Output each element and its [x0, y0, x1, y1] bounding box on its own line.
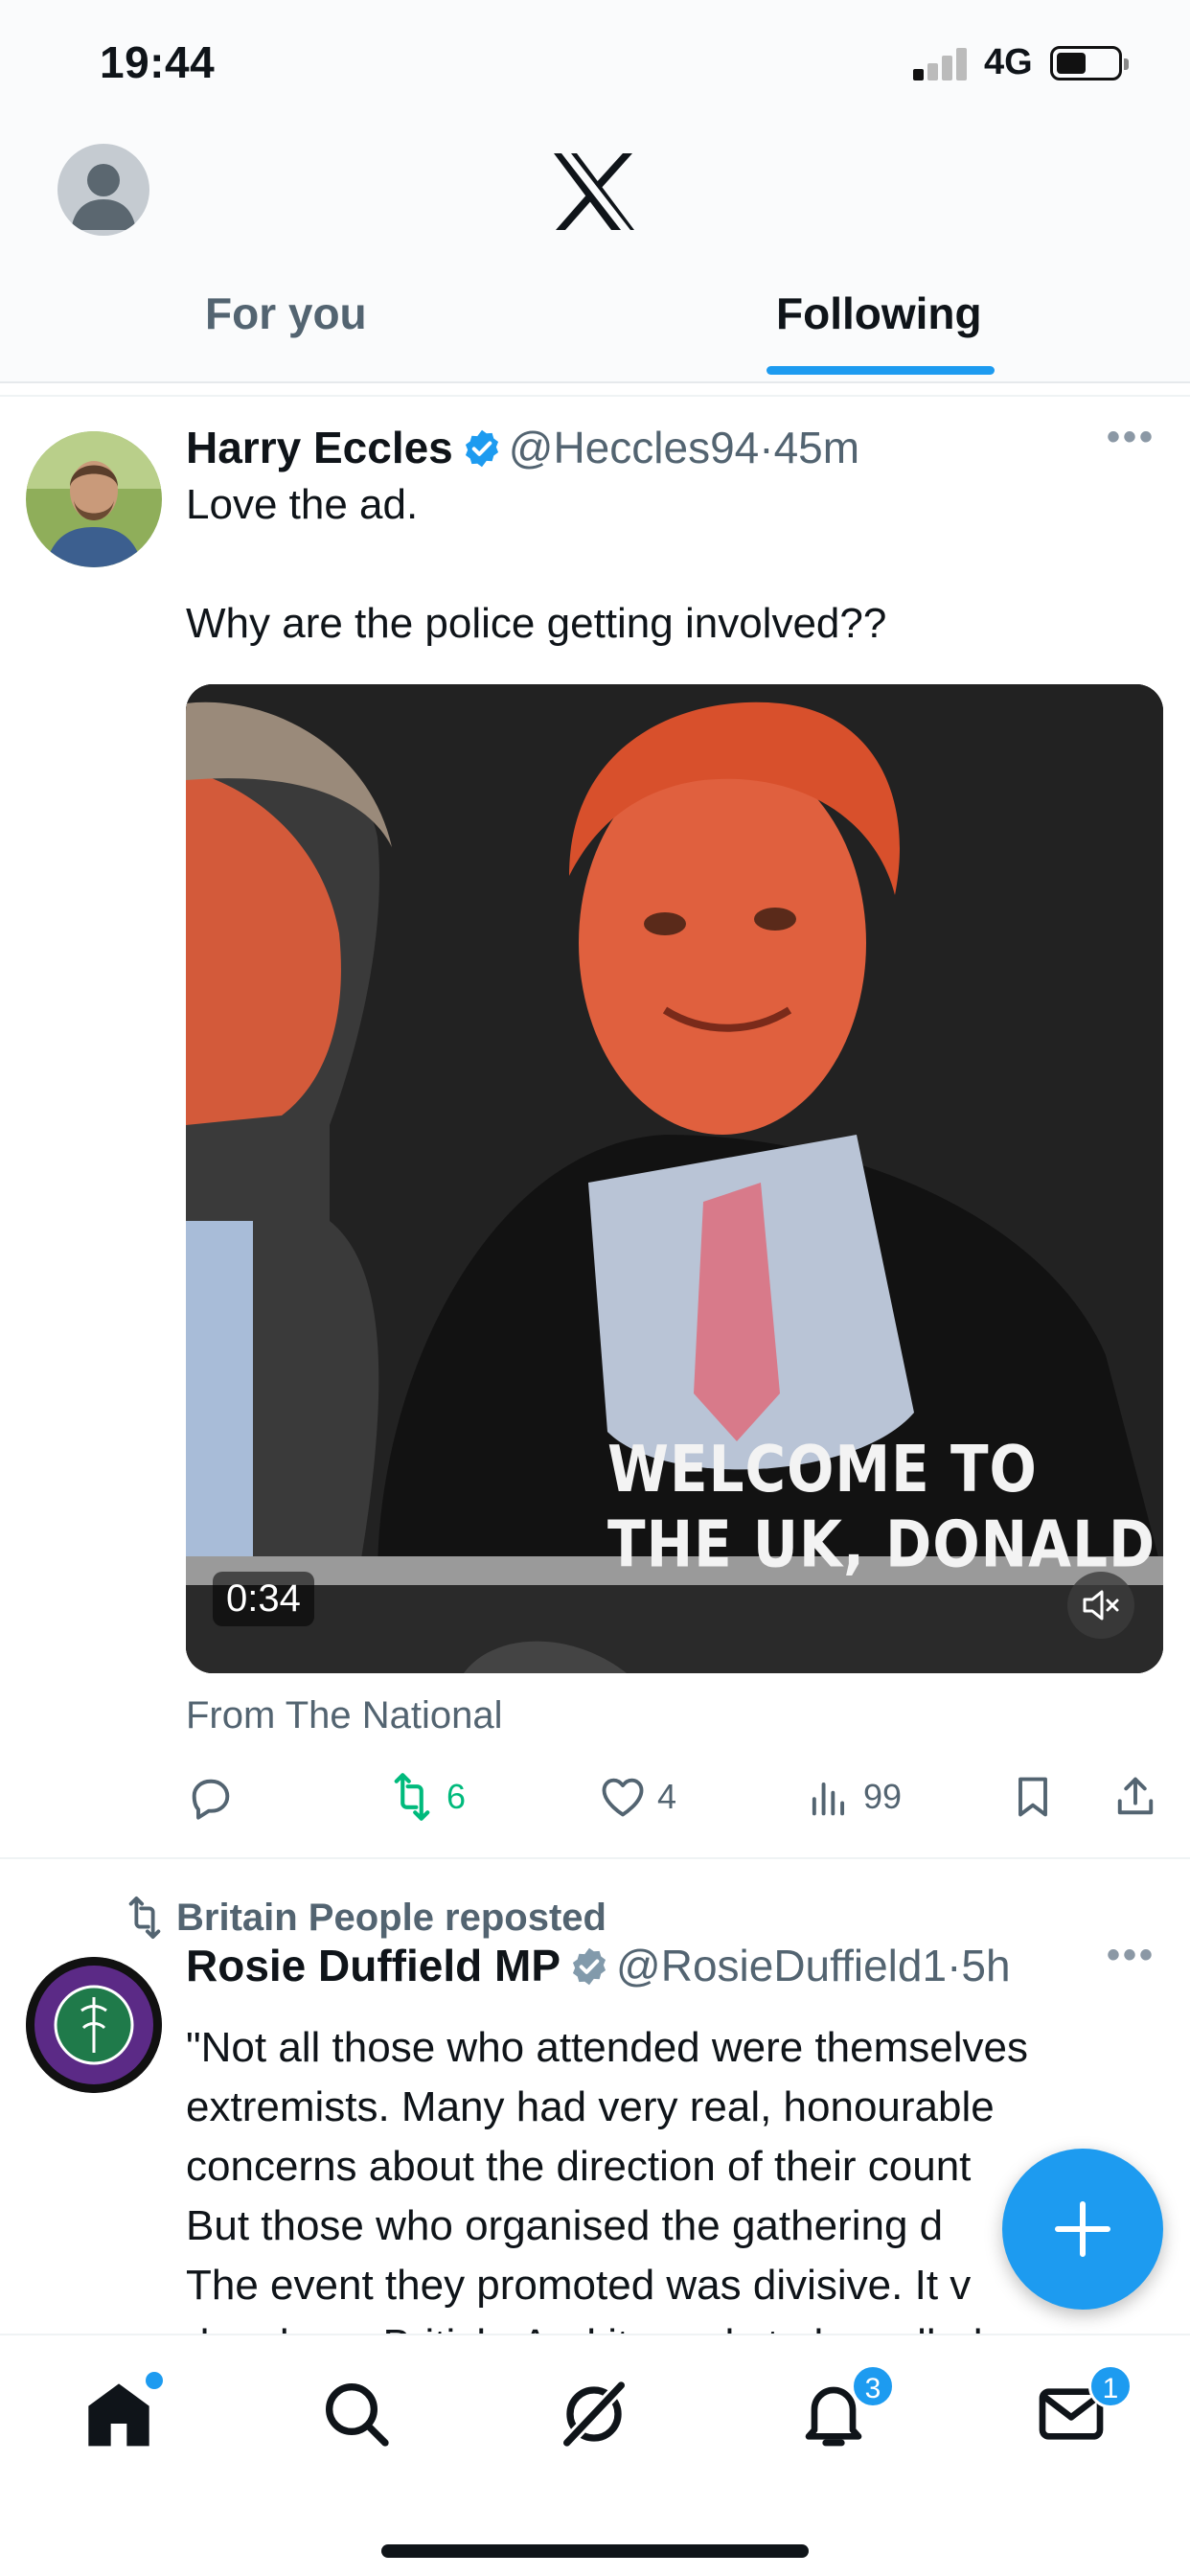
notifications-badge: 3 [851, 2364, 895, 2408]
views-count: 99 [863, 1777, 903, 1816]
home-indicator [381, 2544, 809, 2558]
author-avatar[interactable] [26, 1957, 162, 2093]
separator: · [759, 423, 774, 472]
compose-post-button[interactable] [1002, 2149, 1163, 2310]
post-time[interactable]: 45m [774, 423, 859, 472]
nav-messages[interactable]: 1 [1033, 2364, 1133, 2452]
app-header: For you Following [0, 125, 1190, 383]
video-caption-text: WELCOME TO THE UK, DONALD [607, 1432, 1156, 1582]
status-time: 19:44 [100, 37, 216, 87]
tab-for-you[interactable]: For you [205, 288, 367, 339]
post-text-line: deeply un-British. And it needs to be ca… [186, 2315, 1163, 2334]
nav-home[interactable] [80, 2372, 163, 2452]
nav-search[interactable] [318, 2376, 395, 2452]
post-text-line: "Not all those who attended were themsel… [186, 2024, 1028, 2071]
post-text-line: extremists. Many had very real, honourab… [186, 2083, 995, 2130]
post-actions: 6 4 99 [186, 1763, 1163, 1830]
bookmark-icon [1018, 1777, 1047, 1817]
views-button[interactable]: 99 [804, 1763, 902, 1830]
default-avatar-icon [71, 164, 136, 230]
reply-icon [192, 1779, 230, 1820]
post-header: Rosie Duffield MP @RosieDuffield1·5h [186, 1940, 1011, 1991]
author-name[interactable]: Rosie Duffield MP [186, 1941, 561, 1990]
video-player[interactable]: WELCOME TO THE UK, DONALD 0:34 [186, 684, 1163, 1673]
heart-icon [602, 1778, 644, 1817]
reply-button[interactable] [186, 1763, 245, 1830]
mute-button[interactable] [1067, 1572, 1134, 1639]
home-unread-dot [146, 2372, 163, 2389]
like-count: 4 [657, 1777, 677, 1816]
separator: · [947, 1941, 962, 1990]
profile-avatar-button[interactable] [57, 144, 149, 236]
more-options-icon[interactable]: ••• [1107, 1934, 1156, 1977]
post-harry-eccles[interactable]: Harry Eccles @Heccles94·45m ••• Love the … [0, 383, 1190, 1859]
author-handle[interactable]: @RosieDuffield1 [616, 1941, 947, 1990]
post-text-line-2: Why are the police getting involved?? [186, 600, 887, 647]
post-time[interactable]: 5h [961, 1941, 1010, 1990]
repost-icon [394, 1773, 430, 1821]
nav-notifications[interactable]: 3 [795, 2364, 895, 2452]
repost-count: 6 [446, 1777, 467, 1816]
status-bar: 19:44 4G [0, 0, 1190, 125]
avatar-badge-image [26, 1957, 162, 2093]
author-name[interactable]: Harry Eccles [186, 423, 453, 472]
network-type: 4G [984, 42, 1033, 82]
repost-small-icon [128, 1896, 161, 1940]
messages-badge: 1 [1088, 2364, 1133, 2408]
like-button[interactable]: 4 [598, 1763, 676, 1830]
video-duration: 0:34 [213, 1572, 314, 1626]
verified-badge-icon [465, 429, 498, 468]
avatar-photo [26, 431, 162, 567]
repost-label: Britain People reposted [176, 1897, 606, 1939]
signal-icon [913, 46, 969, 80]
timeline-feed[interactable]: Harry Eccles @Heccles94·45m ••• Love the … [0, 383, 1190, 2334]
post-text: "Not all those who attended were themsel… [186, 2018, 1163, 2334]
share-icon [1117, 1777, 1154, 1815]
author-avatar[interactable] [26, 431, 162, 567]
media-source[interactable]: From The National [186, 1694, 503, 1737]
bottom-navigation: 3 1 [0, 2334, 1190, 2576]
share-button[interactable] [1110, 1763, 1160, 1830]
post-header: Harry Eccles @Heccles94·45m [186, 422, 859, 473]
active-tab-indicator [767, 366, 995, 375]
author-handle[interactable]: @Heccles94 [509, 423, 759, 472]
bookmark-button[interactable] [1008, 1763, 1058, 1830]
repost-indicator[interactable]: Britain People reposted [123, 1896, 606, 1940]
post-text-line-1: Love the ad. [186, 481, 419, 528]
search-icon [326, 2383, 389, 2447]
home-icon [88, 2383, 149, 2447]
verified-badge-icon [572, 1947, 606, 1986]
nav-grok[interactable] [556, 2376, 632, 2452]
x-logo-icon[interactable] [550, 151, 638, 232]
views-chart-icon [812, 1782, 845, 1816]
speaker-muted-icon [1083, 1590, 1119, 1621]
battery-icon [1050, 46, 1129, 80]
more-options-icon[interactable]: ••• [1107, 416, 1156, 459]
grok-icon [561, 2380, 627, 2448]
repost-button[interactable]: 6 [387, 1763, 466, 1830]
plus-icon [1055, 2201, 1110, 2257]
tab-following[interactable]: Following [776, 288, 982, 339]
